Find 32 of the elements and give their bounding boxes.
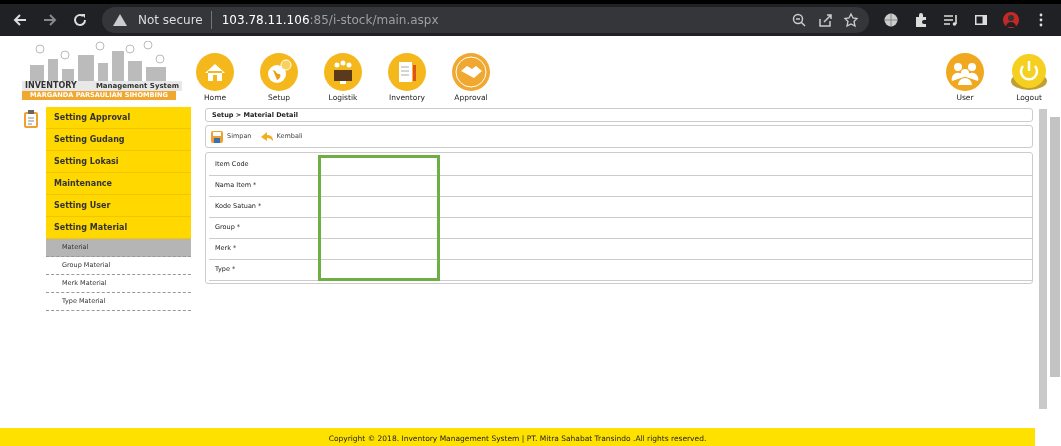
menu-item[interactable]: Setting Lokasi [46, 151, 191, 173]
reload-icon[interactable] [72, 12, 88, 28]
forward-icon[interactable] [42, 12, 58, 28]
users-icon [946, 52, 984, 91]
checklist-icon [388, 52, 426, 91]
home-icon [196, 52, 234, 91]
side-panel-icon[interactable] [973, 12, 989, 28]
monitor-team-icon [324, 52, 362, 91]
clipboard-icon [22, 109, 40, 129]
extensions-icon[interactable] [913, 12, 929, 28]
warning-icon [112, 12, 128, 28]
logo-title: INVENTORY [25, 81, 77, 91]
share-icon[interactable] [817, 12, 833, 28]
save-icon [210, 129, 224, 144]
address-bar[interactable]: Not secure 103.78.11.106:85/i-stock/main.aspx [102, 7, 869, 33]
star-icon[interactable] [843, 12, 859, 28]
power-icon [1010, 52, 1048, 91]
menu-item[interactable]: Setting Material [46, 217, 191, 239]
menu-item[interactable]: Maintenance [46, 173, 191, 195]
scrollbar[interactable] [1050, 117, 1060, 377]
security-label: Not secure [138, 11, 212, 29]
menu-item[interactable]: Setting Approval [46, 107, 191, 129]
url-text: 103.78.11.106:85/i-stock/main.aspx [221, 12, 439, 29]
menu-item[interactable]: Setting User [46, 195, 191, 217]
zoom-icon[interactable] [791, 12, 807, 28]
playlist-icon[interactable] [943, 12, 959, 28]
avatar-icon[interactable] [1003, 12, 1019, 28]
scrollbar[interactable] [1039, 109, 1047, 409]
menu-item[interactable]: Setting Gudang [46, 129, 191, 151]
globe-icon[interactable] [883, 12, 899, 28]
back-arrow-icon [259, 129, 274, 144]
back-icon[interactable] [12, 12, 28, 28]
